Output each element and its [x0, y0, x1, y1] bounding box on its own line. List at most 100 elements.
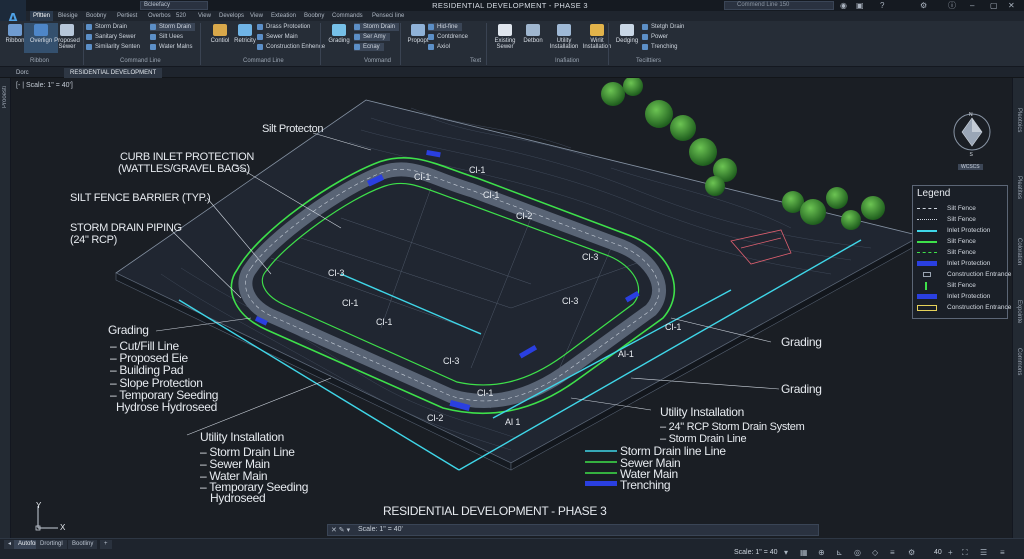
ecnay-tool[interactable]: Ecnay: [354, 43, 384, 51]
command-line-input[interactable]: Scale: 1" = 40': [358, 526, 403, 533]
silt-fence-callout: SILT FENCE BARRIER (TYP.): [70, 192, 211, 204]
cart-icon[interactable]: ▣: [856, 0, 864, 11]
palette-label-commons[interactable]: Commons: [1016, 348, 1022, 375]
polar-icon[interactable]: ◎: [854, 548, 861, 558]
command-line-icons[interactable]: ✕ ✎ ▾: [331, 526, 350, 534]
inlet-label: CI-3: [562, 296, 579, 306]
panel-label-command-line-2[interactable]: Command Line: [243, 57, 284, 66]
power-tool[interactable]: Power: [642, 33, 668, 41]
palette-label-pleatites[interactable]: Pleatites: [1016, 176, 1022, 199]
panel-label-ribbon[interactable]: Ribbon: [30, 57, 49, 66]
tab-view[interactable]: View: [198, 11, 211, 21]
close-icon[interactable]: ✕: [1008, 0, 1015, 11]
tab-boobny[interactable]: Boobny: [86, 11, 106, 21]
legend-swatch: [925, 282, 927, 290]
dedging-button[interactable]: Dedging: [610, 23, 644, 53]
settings-icon[interactable]: ⚙: [920, 0, 927, 11]
minimize-icon[interactable]: –: [970, 0, 974, 11]
help-icon[interactable]: ?: [880, 0, 884, 11]
tab-pfltten[interactable]: Pfltten: [30, 11, 54, 21]
viewcube-icon[interactable]: N S: [949, 110, 995, 160]
inlet-label: CI-1: [477, 388, 494, 398]
similarity-senten-tool[interactable]: Similarity Senten: [86, 43, 140, 51]
storm-piping-callout-sub: (24" RCP): [70, 234, 118, 246]
doc-tab-residential[interactable]: RESIDENTIAL DEVELOPMENT: [64, 68, 163, 78]
storm-drain-tool[interactable]: Storm Drain: [86, 23, 127, 31]
search-input[interactable]: Commend Line 150: [724, 1, 834, 10]
fullscreen-icon[interactable]: ⛶: [962, 548, 968, 558]
chevron-down-icon[interactable]: ▾: [784, 548, 788, 558]
lineweight-icon[interactable]: ≡: [890, 548, 895, 558]
osnap-icon[interactable]: ◇: [872, 548, 878, 558]
utility-installation-button[interactable]: Utility Installation: [547, 23, 581, 53]
tab-view-2[interactable]: View: [250, 11, 263, 21]
silt-uees-tool[interactable]: Silt Uees: [150, 33, 183, 41]
inlet-label: CI-1: [483, 190, 500, 200]
storm-drain-tool-2[interactable]: Storm Drain: [354, 23, 400, 31]
trenching-tool[interactable]: Trenching: [642, 43, 677, 51]
doc-tab-start[interactable]: Dorc: [10, 68, 35, 78]
tab-overbos[interactable]: Overbos: [148, 11, 171, 21]
tab-commands[interactable]: Commands: [332, 11, 363, 21]
overlign-icon: [34, 24, 48, 36]
command-line[interactable]: ✕ ✎ ▾ Scale: 1" = 40': [327, 524, 819, 536]
tab-penseci-line[interactable]: Penseci line: [372, 11, 404, 21]
drass-protection-tool[interactable]: Drass Protcetion: [257, 23, 310, 31]
info-icon[interactable]: ⓘ: [948, 0, 956, 11]
contdrence-tool[interactable]: Contdrence: [428, 33, 468, 41]
right-palette-bar[interactable]: Pleotoics Pleatites Coloration Expointe …: [1012, 78, 1024, 538]
water-mains-tool[interactable]: Water Malns: [150, 43, 192, 51]
sanitary-sewer-tool[interactable]: Sanitary Sewer: [86, 33, 136, 41]
proposed-sewer-button[interactable]: Proposed Sewer: [50, 23, 84, 53]
annotation-scale[interactable]: Scale: 1" = 40: [734, 548, 778, 558]
grid-icon[interactable]: ▦: [800, 548, 808, 558]
panel-label-tecilttiers[interactable]: Tecilttiers: [636, 57, 661, 66]
quick-access-box[interactable]: Bcleefacy: [140, 1, 208, 10]
user-icon[interactable]: ◉: [840, 0, 847, 11]
plus-icon[interactable]: +: [948, 548, 953, 558]
panel-label-inafiation[interactable]: Inafiation: [555, 57, 579, 66]
palette-label-pleotoics[interactable]: Pleotoics: [1016, 108, 1022, 132]
tab-develops[interactable]: Develops: [219, 11, 244, 21]
tab-blesige[interactable]: Blesige: [58, 11, 78, 21]
tab-520[interactable]: 520: [176, 11, 186, 21]
grading-right-callout-2: Grading: [781, 382, 822, 396]
layout-tab-bootliny[interactable]: Bootliny: [68, 540, 98, 549]
customize-icon[interactable]: ☰: [980, 548, 987, 558]
tab-exteation[interactable]: Exteation: [271, 11, 296, 21]
palette-label-expointe[interactable]: Expointe: [1016, 300, 1022, 323]
hid-fine-dropdown[interactable]: Hid-fine: [428, 23, 462, 31]
ser-amy-tool[interactable]: Ser Amy: [354, 33, 390, 41]
add-layout-icon[interactable]: +: [100, 540, 112, 549]
panel-label-text[interactable]: Text: [470, 57, 481, 66]
workspace-icon[interactable]: ⚙: [908, 548, 915, 558]
sewer-main-tool[interactable]: Sewer Main: [257, 33, 298, 41]
grading-right-callout: Grading: [781, 335, 822, 349]
storm-drain-dropdown[interactable]: Storm Drain: [150, 23, 196, 31]
grading-button[interactable]: Grading: [322, 23, 356, 53]
tab-pertiest[interactable]: Pertiest: [117, 11, 137, 21]
left-palette-bar[interactable]: Prooesti: [0, 78, 11, 538]
wcs-label[interactable]: WCSCS: [958, 164, 983, 170]
properties-palette-label[interactable]: Prooesti: [2, 86, 8, 108]
detbon-button[interactable]: Detbon: [516, 23, 550, 53]
legend-panel: Legend Silt Fence Silt Fence Inlet Prote…: [912, 185, 1011, 319]
curb-inlet-callout-sub: (WATTLES/GRAVEL BAGS): [118, 163, 250, 175]
stetgh-drain-tool[interactable]: Stetgh Drain: [642, 23, 684, 31]
snap-icon[interactable]: ⊕: [818, 548, 825, 558]
palette-label-coloration[interactable]: Coloration: [1016, 238, 1022, 265]
panel-separator: [200, 23, 201, 65]
construction-enhence-tool[interactable]: Construction Enhence: [257, 43, 325, 51]
menu-icon[interactable]: ≡: [1000, 548, 1005, 558]
panel-label-command-line[interactable]: Command Line: [120, 57, 161, 66]
existing-sewer-icon: [498, 24, 512, 36]
tab-boobny-2[interactable]: Boobny: [304, 11, 324, 21]
axiol-tool[interactable]: Axiol: [428, 43, 450, 51]
inlet-label: CI-3: [582, 252, 599, 262]
site-plan-drawing[interactable]: [11, 78, 1012, 538]
layout-tab-drortingl[interactable]: Drortingl: [36, 540, 67, 549]
ortho-icon[interactable]: ⊾: [836, 548, 843, 558]
panel-label-vommand[interactable]: Vommand: [364, 57, 391, 66]
maximize-icon[interactable]: ▢: [990, 0, 998, 11]
zoom-level[interactable]: 40: [934, 548, 942, 558]
